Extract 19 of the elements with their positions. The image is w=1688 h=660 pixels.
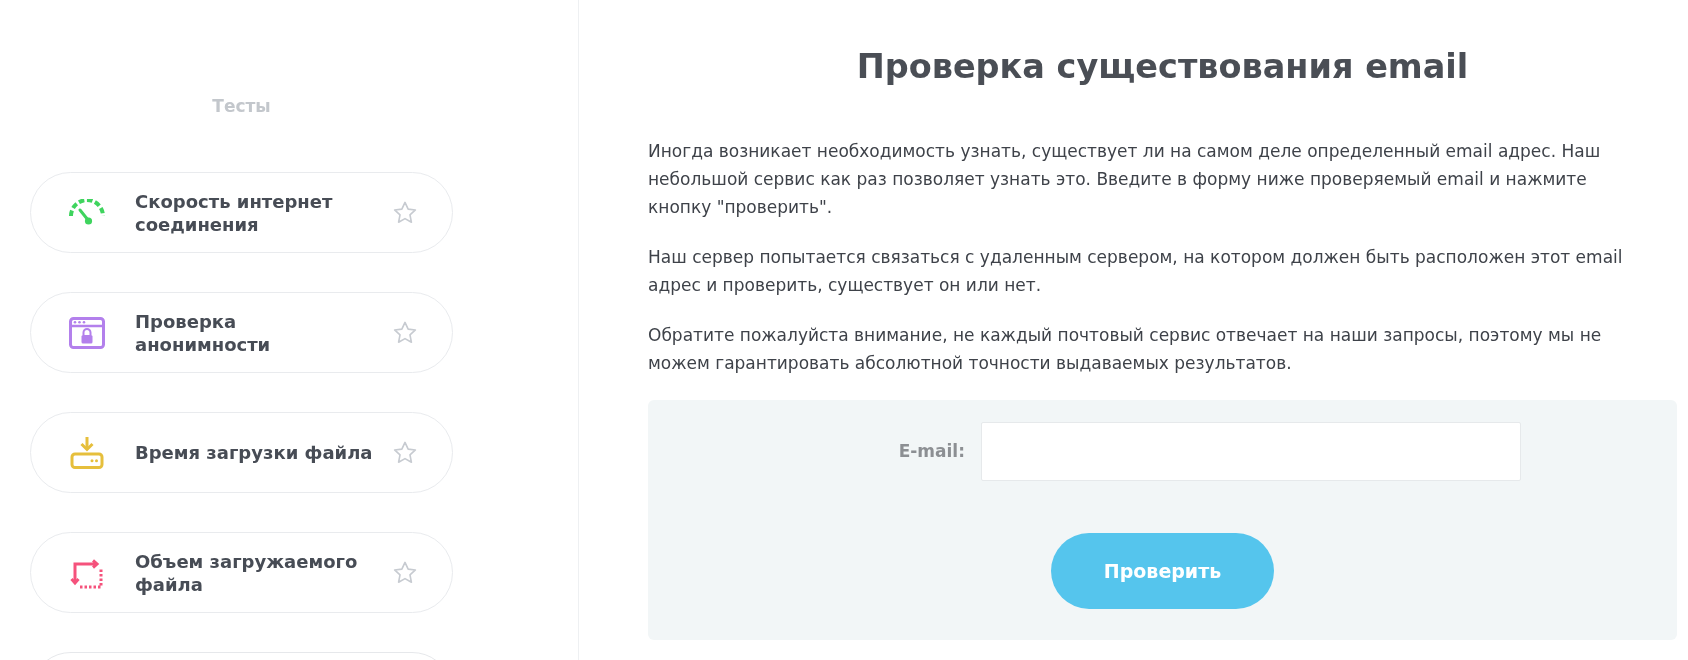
email-input[interactable] [981, 421, 1521, 481]
page-title: Проверка существования email [855, 46, 1470, 88]
sidebar-heading: Тесты [211, 95, 272, 117]
description-paragraph: Обратите пожалуйста внимание, не каждый почтовый сервис отвечает на наши запросы, поэтому мы не можем гарантировать абсолютной точности выдаваемых результатов. [648, 324, 1603, 376]
description-paragraph: Иногда возникает необходимость узнать, существует ли на самом деле определенный email адрес. Наш небольшой сервис как раз позволяет узнать это. Введите в форму ниже проверяемый email и нажмите кнопку "проверить". [648, 139, 1602, 220]
favorite-star-icon[interactable] [392, 439, 418, 466]
test-card-label: Проверка анонимности [135, 309, 272, 356]
test-card-label: Время загрузки файла [135, 441, 373, 464]
description-paragraph: Наш сервер попытается связаться с удаленным сервером, на котором должен быть расположен этот email адрес и проверить, существует он или нет. [648, 245, 1624, 298]
favorite-star-icon[interactable] [392, 559, 418, 586]
test-card[interactable]: Время загрузки файла [30, 412, 453, 493]
test-card-label: Скорость интернет соединения [135, 189, 334, 236]
test-card[interactable]: Скорость интернет соединения [30, 172, 453, 253]
favorite-star-icon[interactable] [392, 319, 418, 346]
test-card[interactable]: Объем загружаемого файла [30, 532, 453, 613]
email-label: E-mail: [898, 440, 965, 463]
test-card[interactable]: Проверка анонимности [30, 292, 453, 373]
test-card-label: Объем загружаемого файла [135, 549, 359, 596]
favorite-star-icon[interactable] [392, 199, 418, 226]
